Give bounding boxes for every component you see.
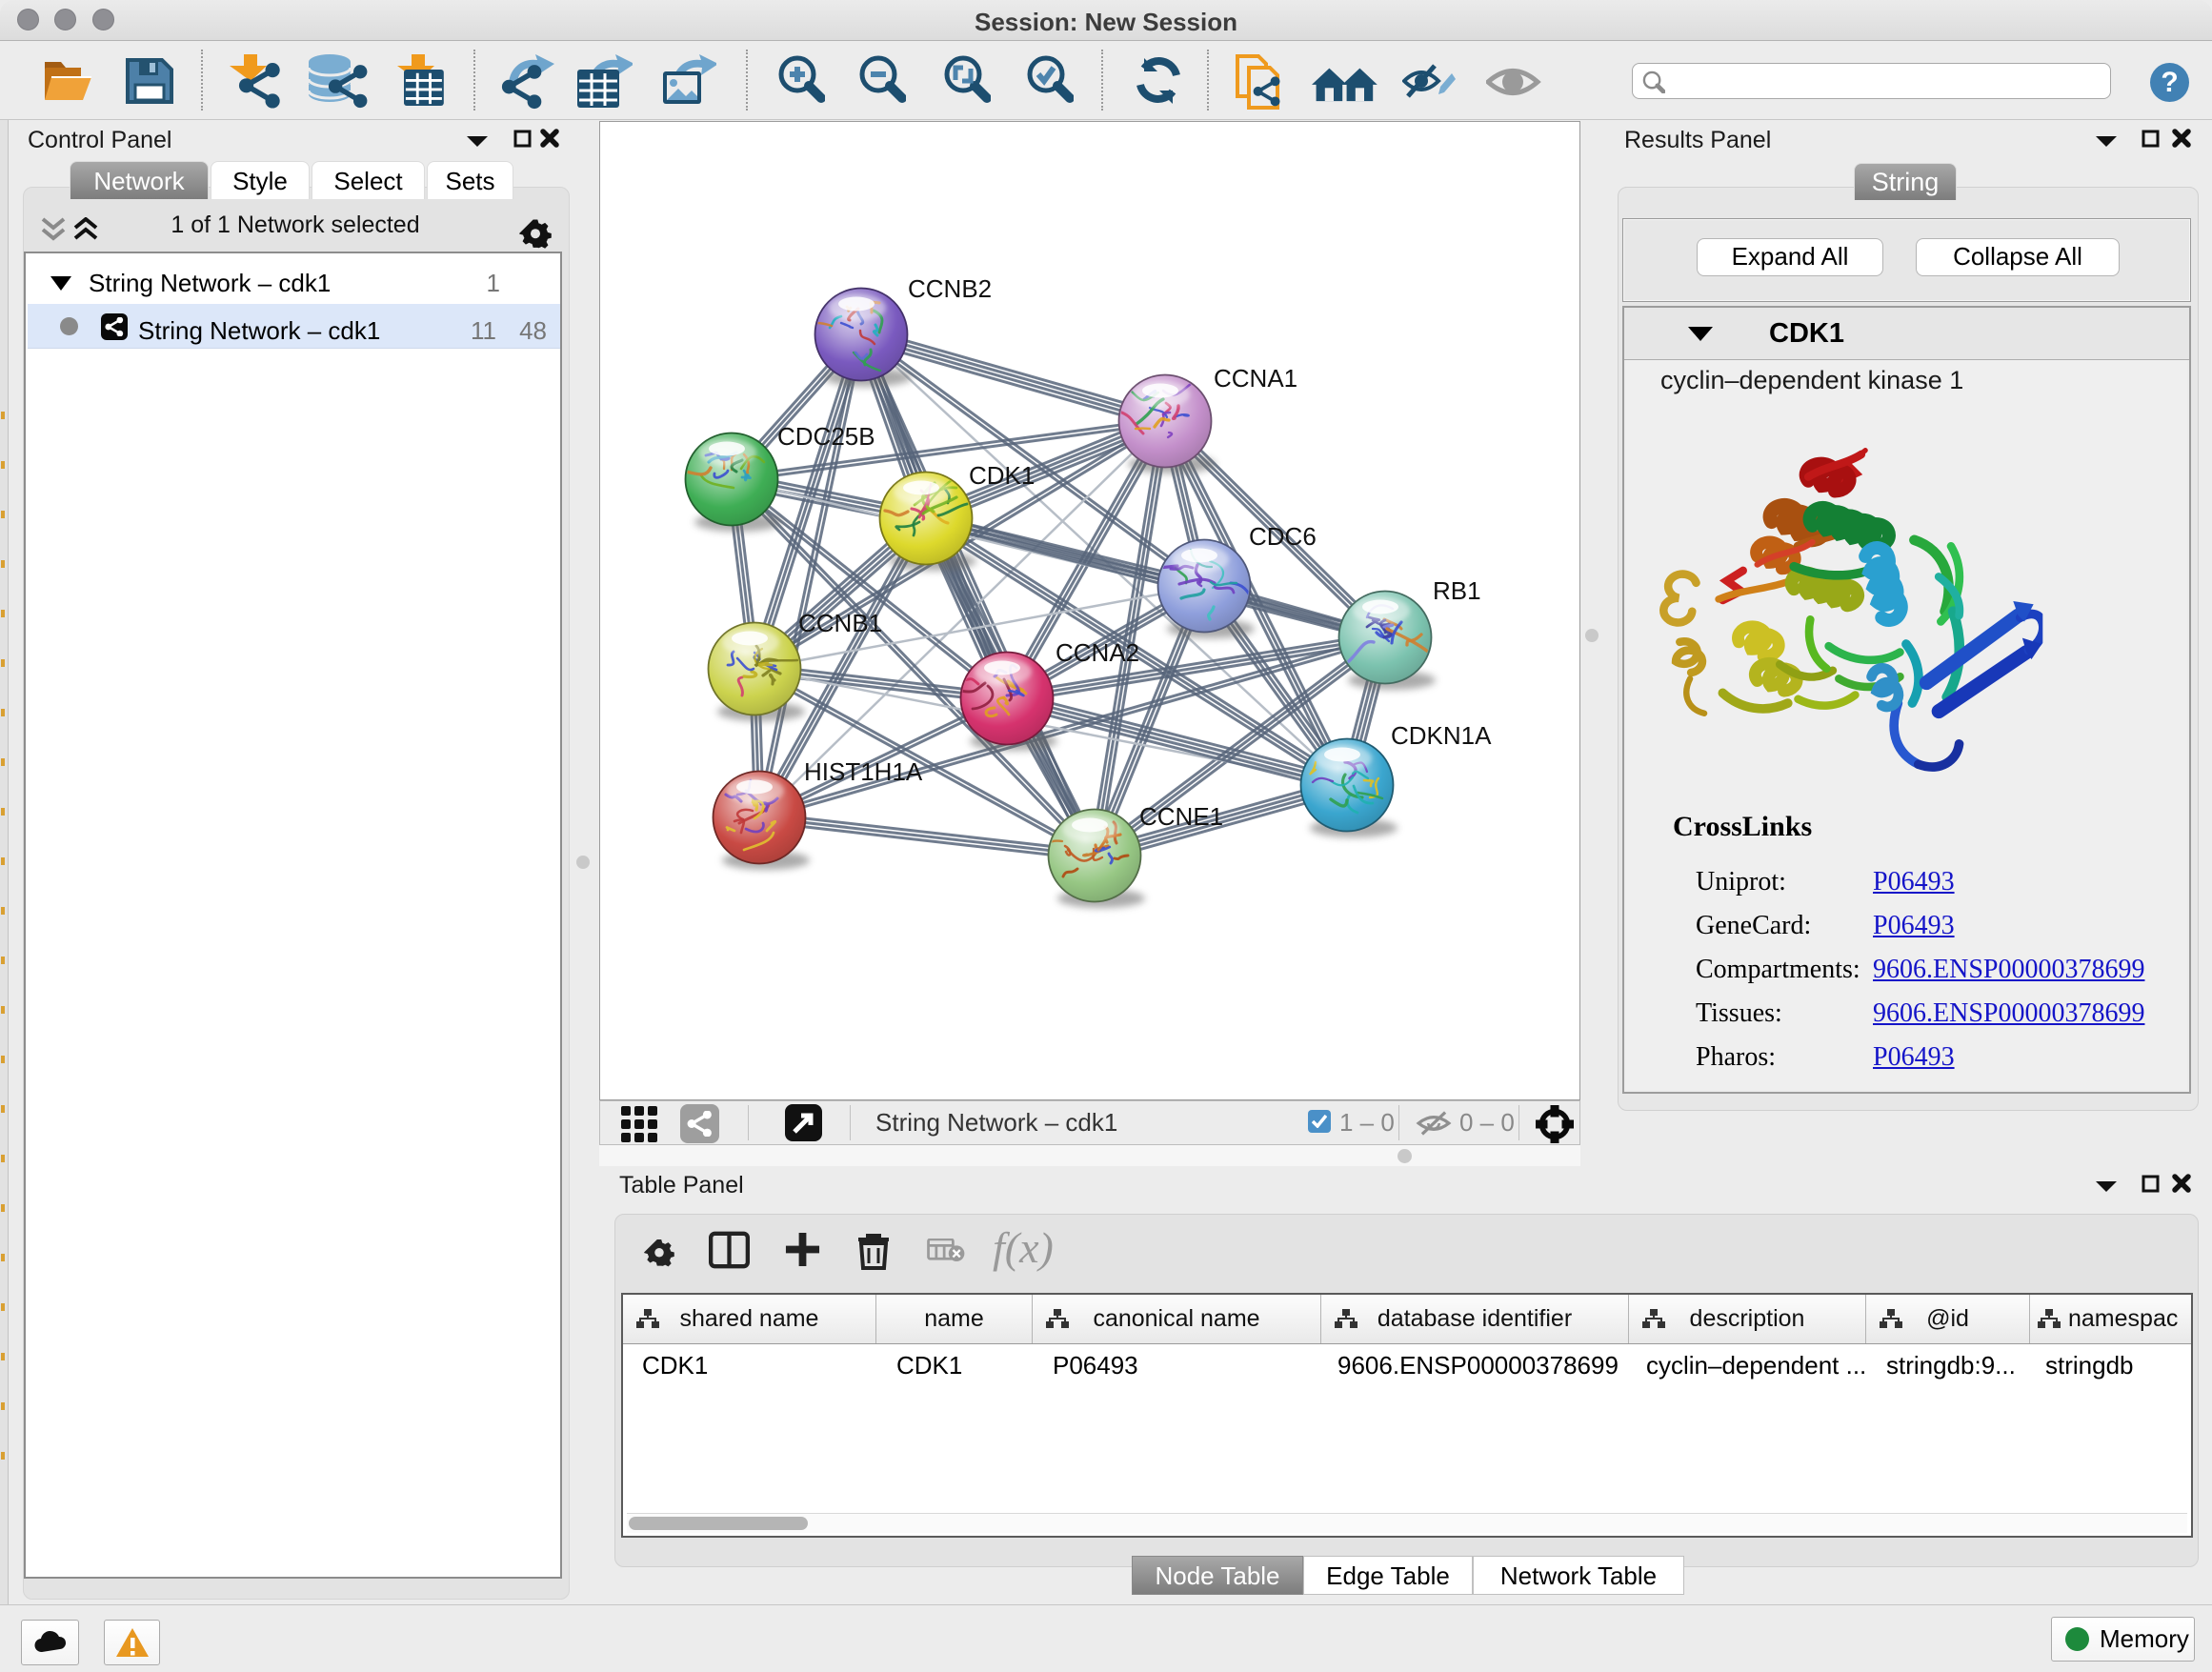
svg-text:CDC6: CDC6 [1249, 522, 1317, 551]
svg-text:CCNB1: CCNB1 [798, 609, 882, 637]
svg-text:CCNA2: CCNA2 [1056, 638, 1139, 667]
svg-text:RB1: RB1 [1433, 576, 1481, 605]
svg-text:CDK1: CDK1 [969, 461, 1035, 490]
svg-text:HIST1H1A: HIST1H1A [804, 757, 923, 786]
svg-text:CDC25B: CDC25B [777, 422, 875, 451]
svg-text:CCNB2: CCNB2 [908, 274, 992, 303]
svg-text:CCNE1: CCNE1 [1139, 802, 1223, 831]
svg-text:CDKN1A: CDKN1A [1391, 721, 1492, 750]
svg-text:CCNA1: CCNA1 [1214, 364, 1297, 393]
